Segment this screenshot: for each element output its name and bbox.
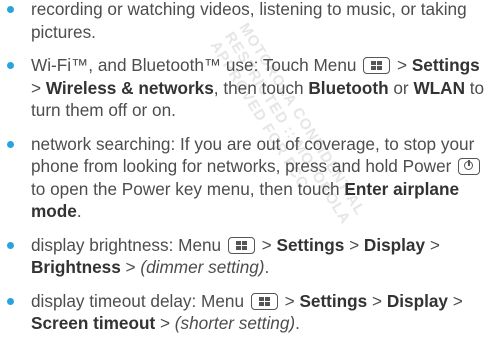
separator: > — [155, 313, 175, 333]
item-text: Wi-Fi™, and Bluetooth™ use: Touch Menu — [31, 55, 357, 75]
separator: > — [392, 55, 412, 75]
separator: > — [120, 257, 141, 277]
item-text: network searching: If you are out of cov… — [31, 133, 475, 177]
list-item: Wi-Fi™, and Bluetooth™ use: Touch Menu >… — [7, 54, 485, 122]
list-item: network searching: If you are out of cov… — [7, 133, 485, 223]
menu-key-icon — [363, 57, 391, 74]
separator: > — [425, 234, 440, 255]
settings-label: Settings — [276, 234, 345, 255]
item-text: to open the Power key menu, then touch — [31, 178, 345, 199]
list-item: recording or watching videos, listening … — [7, 0, 485, 43]
item-text: display brightness: Menu — [31, 234, 222, 255]
brightness-label: Brightness — [31, 257, 121, 277]
separator: > — [367, 290, 387, 311]
menu-key-icon — [250, 292, 278, 310]
bullet-icon — [7, 6, 14, 13]
bullet-icon — [7, 241, 14, 249]
separator: > — [31, 77, 46, 98]
menu-key-icon — [227, 236, 255, 254]
display-label: Display — [363, 234, 426, 255]
settings-label: Settings — [411, 55, 480, 75]
list-item: display timeout delay: Menu > Settings >… — [7, 290, 485, 335]
item-text: . — [295, 313, 300, 333]
power-key-icon — [458, 158, 481, 175]
separator: > — [256, 234, 277, 255]
bluetooth-label: Bluetooth — [308, 77, 389, 98]
item-text: or — [388, 77, 414, 98]
separator: > — [447, 290, 463, 311]
bullet-icon — [7, 297, 14, 305]
item-text: , then touch — [213, 77, 309, 98]
wireless-networks-label: Wireless & networks — [45, 77, 214, 98]
display-label: Display — [386, 290, 448, 311]
bullet-icon — [7, 140, 14, 148]
separator: > — [344, 234, 364, 255]
separator: > — [279, 290, 300, 311]
screen-timeout-label: Screen timeout — [31, 313, 156, 333]
item-text: recording or watching videos, listening … — [31, 0, 467, 42]
item-text: display timeout delay: Menu — [31, 290, 245, 311]
wlan-label: WLAN — [413, 77, 465, 98]
setting-hint: (dimmer setting) — [140, 257, 265, 277]
settings-label: Settings — [299, 290, 368, 311]
item-text: . — [76, 201, 82, 221]
item-text: . — [264, 257, 270, 277]
tips-list: recording or watching videos, listening … — [7, 0, 485, 346]
list-item: display brightness: Menu > Settings > Di… — [7, 234, 485, 279]
bullet-icon — [7, 62, 14, 69]
setting-hint: (shorter setting) — [174, 313, 296, 333]
